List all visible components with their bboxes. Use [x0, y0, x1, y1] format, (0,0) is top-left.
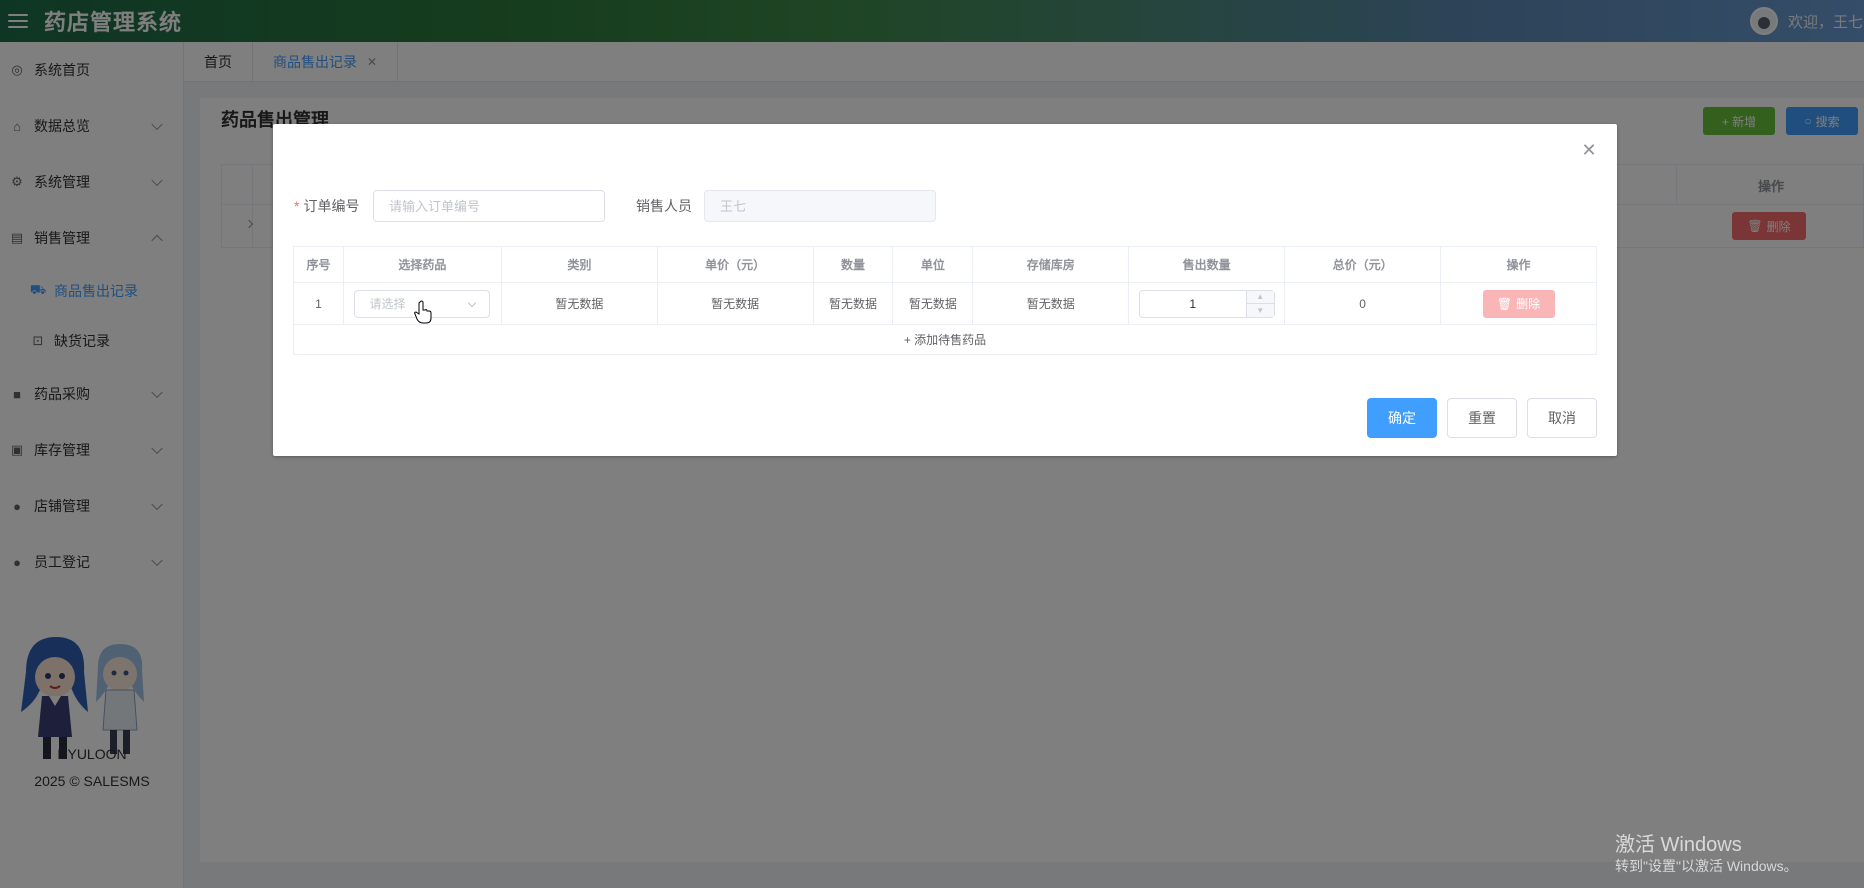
seller-label: 销售人员	[636, 198, 692, 214]
confirm-button[interactable]: 确定	[1367, 398, 1437, 438]
table-header-row: 序号 选择药品 类别 单价（元） 数量 单位 存储库房 售出数量 总价（元） 操…	[293, 246, 1597, 283]
column-header: 总价（元）	[1284, 246, 1442, 283]
stepper-down-icon[interactable]: ▼	[1247, 304, 1274, 317]
column-header: 单价（元）	[656, 246, 814, 283]
unit-cell: 暂无数据	[892, 282, 974, 325]
add-row: + 添加待售药品	[293, 324, 1597, 355]
total-cell: 0	[1284, 282, 1442, 325]
column-header: 序号	[293, 246, 344, 283]
stepper-controls: ▲ ▼	[1245, 290, 1274, 317]
delete-row-button[interactable]: 🗑 删除	[1482, 289, 1555, 318]
chevron-down-icon	[468, 298, 477, 307]
column-header: 售出数量	[1128, 246, 1286, 283]
cancel-button[interactable]: 取消	[1527, 398, 1597, 438]
watermark-title: 激活 Windows	[1615, 834, 1742, 856]
column-header: 类别	[500, 246, 658, 283]
category-cell: 暂无数据	[500, 282, 658, 325]
column-header: 存储库房	[972, 246, 1130, 283]
column-header: 单位	[892, 246, 974, 283]
column-header: 数量	[812, 246, 894, 283]
watermark-subtitle: 转到"设置"以激活 Windows。	[1615, 858, 1798, 874]
sales-dialog: ✕ *订单编号 销售人员 序号 选择药品 类别 单价（元） 数量 单位 存储库房…	[273, 124, 1617, 456]
reset-button[interactable]: 重置	[1447, 398, 1517, 438]
order-number-label: * 订单编号	[294, 198, 360, 214]
quantity-stepper[interactable]: 1 ▲ ▼	[1138, 289, 1275, 318]
column-header: 选择药品	[342, 246, 502, 283]
price-cell: 暂无数据	[656, 282, 814, 325]
seller-input	[704, 190, 936, 222]
trash-icon: 🗑	[1496, 296, 1513, 311]
windows-activation-watermark: 激活 Windows 转到"设置"以激活 Windows。	[1615, 833, 1798, 875]
add-medicine-button[interactable]: + 添加待售药品	[293, 324, 1597, 355]
qty-cell: 暂无数据	[812, 282, 894, 325]
table-row: 1 请选择 暂无数据 暂无数据 暂无数据 暂无数据 暂无数据 1 ▲ ▼ 0 🗑…	[293, 282, 1597, 325]
column-header: 操作	[1440, 246, 1597, 283]
medicine-table: 序号 选择药品 类别 单价（元） 数量 单位 存储库房 售出数量 总价（元） 操…	[293, 246, 1597, 355]
sold-qty-cell: 1 ▲ ▼	[1128, 282, 1286, 325]
close-icon[interactable]: ✕	[1581, 141, 1597, 159]
warehouse-cell: 暂无数据	[972, 282, 1130, 325]
select-placeholder: 请选择	[369, 297, 406, 311]
order-number-input[interactable]	[373, 190, 605, 222]
delete-row-label: 删除	[1516, 297, 1541, 311]
action-cell: 🗑 删除	[1440, 282, 1597, 325]
hand-cursor-icon	[414, 300, 432, 324]
stepper-up-icon[interactable]: ▲	[1246, 291, 1274, 304]
row-index: 1	[293, 282, 344, 325]
